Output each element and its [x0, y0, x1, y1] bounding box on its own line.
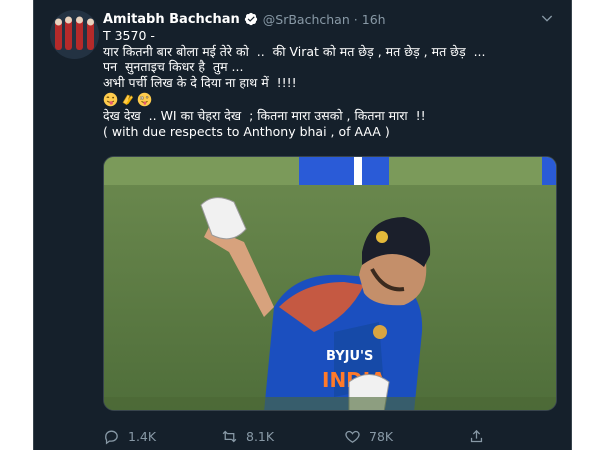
emoji-row [103, 90, 563, 108]
reply-count: 1.4K [128, 428, 157, 444]
tweet-actions: 1.4K 8.1K 78K [103, 426, 503, 446]
share-icon [470, 429, 483, 442]
tweet-line: T 3570 - [103, 28, 155, 43]
tweet-text: T 3570 - यार कितनी बार बोला मई तेरे को .… [103, 28, 563, 140]
clapping-hands-emoji [122, 94, 134, 106]
avatar[interactable] [50, 10, 99, 59]
timestamp[interactable]: 16h [362, 12, 386, 27]
like-count: 78K [369, 428, 394, 444]
tweet-line: पन सुनताइच किधर है तुम ... [103, 59, 244, 75]
author-handle[interactable]: @SrBachchan [263, 12, 350, 27]
tweet-line: देख देख .. WI का चेहरा देख ; कितना मारा … [103, 108, 426, 124]
tweet-card[interactable]: Amitabh Bachchan @SrBachchan · 16h T 357… [33, 0, 572, 450]
jersey-sponsor: BYJU'S [326, 349, 373, 364]
chevron-down-icon[interactable] [539, 10, 555, 26]
share-button[interactable] [468, 426, 493, 446]
zany-face-emoji [137, 92, 152, 107]
tweet-photo[interactable]: BYJU'S INDIA [103, 156, 557, 411]
separator-dot: · [353, 11, 358, 27]
reply-icon [105, 430, 118, 445]
tweet-line: अभी पर्ची लिख के दे दिया ना हाथ में !!!! [103, 74, 297, 90]
tweet-line: यार कितनी बार बोला मई तेरे को .. की Vira… [103, 43, 486, 59]
tweet-line: ( with due respects to Anthony bhai , of… [103, 123, 390, 139]
heart-icon [345, 430, 360, 443]
tweet-header: Amitabh Bachchan @SrBachchan · 16h [103, 10, 386, 28]
author-name[interactable]: Amitabh Bachchan [103, 12, 240, 27]
retweet-button[interactable]: 8.1K [221, 426, 274, 446]
winking-tongue-face-emoji [103, 92, 118, 107]
reply-button[interactable]: 1.4K [103, 426, 156, 446]
retweet-icon [222, 430, 237, 442]
like-button[interactable]: 78K [344, 426, 393, 446]
retweet-count: 8.1K [246, 428, 275, 444]
verified-badge-icon [244, 12, 257, 26]
